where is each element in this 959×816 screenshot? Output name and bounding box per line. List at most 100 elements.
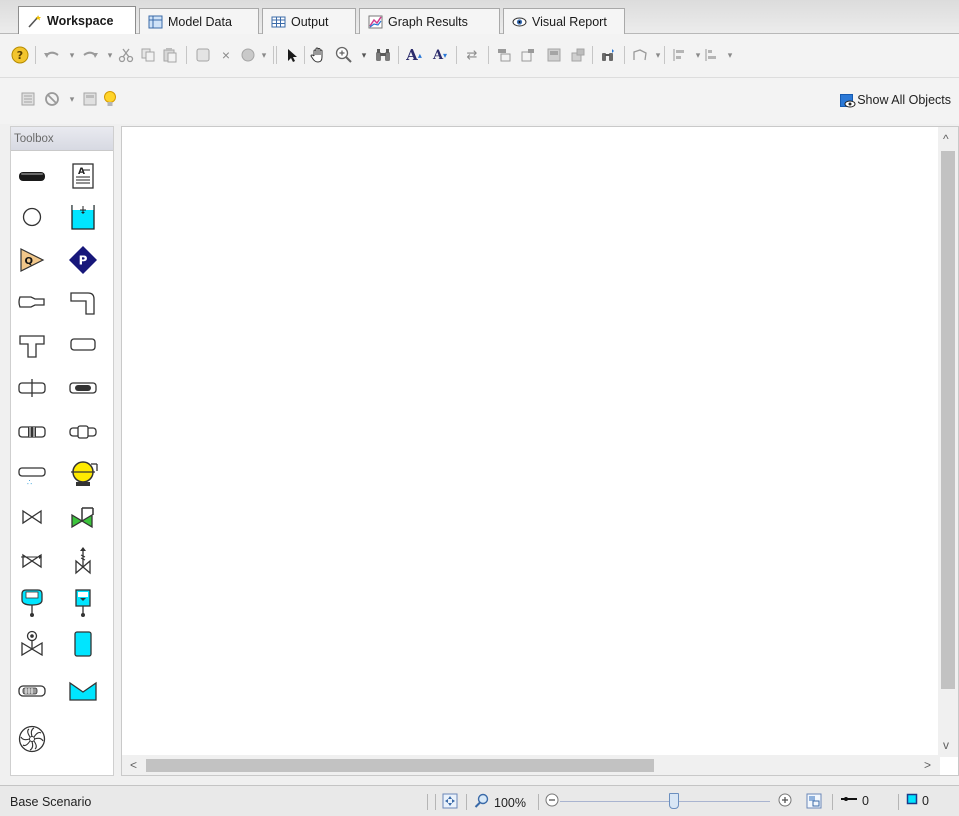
status-separator xyxy=(538,794,539,810)
swap-direction-icon[interactable]: ⇄ xyxy=(462,45,482,65)
tab-label: Model Data xyxy=(168,14,232,29)
status-separator xyxy=(427,794,428,810)
disable-object-icon[interactable] xyxy=(42,89,62,109)
assigned-pressure-icon[interactable]: P xyxy=(68,245,98,275)
notes-icon[interactable] xyxy=(80,89,100,109)
zoom-level[interactable]: 100% xyxy=(474,793,526,812)
zoom-slider-track[interactable] xyxy=(560,801,770,802)
vertical-scroll-thumb[interactable] xyxy=(941,151,955,689)
horizontal-scrollbar[interactable]: < > xyxy=(122,755,940,775)
tab-output[interactable]: Output xyxy=(262,8,356,34)
status-separator xyxy=(898,794,899,810)
volume-balance-icon[interactable] xyxy=(68,588,98,618)
heat-exchanger-icon[interactable] xyxy=(68,373,98,403)
reservoir-tool-icon[interactable] xyxy=(68,202,98,232)
visual-report-eye-icon xyxy=(512,15,527,29)
toolbar-separator xyxy=(592,46,593,64)
find-binoculars-icon[interactable] xyxy=(373,45,393,65)
lock-objects-icon[interactable] xyxy=(544,45,564,65)
tab-label: Output xyxy=(291,14,329,29)
undo-dropdown-icon[interactable]: ▾ xyxy=(62,45,82,65)
pipe-count: 0 xyxy=(840,793,869,808)
general-component-icon[interactable]: ∴ xyxy=(17,459,47,489)
relief-valve-icon[interactable] xyxy=(17,545,47,575)
distribute-objects-icon[interactable] xyxy=(702,45,722,65)
disable-dropdown-icon[interactable]: ▾ xyxy=(62,89,82,109)
copy-icon[interactable] xyxy=(138,45,158,65)
zoom-in-icon[interactable] xyxy=(334,45,354,65)
turbine-fan-icon[interactable] xyxy=(17,724,47,754)
junction-count-icon xyxy=(906,793,918,808)
zoom-dropdown-icon[interactable]: ▾ xyxy=(354,45,374,65)
toolbar-separator xyxy=(273,46,274,64)
tee-wye-icon[interactable] xyxy=(17,330,47,360)
fit-to-window-button[interactable] xyxy=(442,793,458,812)
screen-filter-icon[interactable] xyxy=(17,417,47,447)
pump-tool-icon[interactable] xyxy=(68,459,98,489)
check-valve-icon[interactable] xyxy=(68,417,98,447)
tab-visual-report[interactable]: Visual Report xyxy=(503,8,625,34)
toolbar-separator xyxy=(624,46,625,64)
overview-window-button[interactable] xyxy=(806,793,822,812)
valve-tool-icon[interactable] xyxy=(17,502,47,532)
assigned-flow-icon[interactable]: Q xyxy=(17,245,47,275)
toolbar-separator xyxy=(186,46,187,64)
pointer-arrow-icon[interactable] xyxy=(282,45,302,65)
heat-exchanger-bundle-icon[interactable] xyxy=(17,676,47,706)
color-dropdown-icon[interactable]: ▾ xyxy=(254,45,274,65)
horizontal-scroll-thumb[interactable] xyxy=(146,759,654,772)
control-valve-icon[interactable] xyxy=(68,502,98,532)
branch-junction-icon[interactable] xyxy=(17,202,47,232)
paste-icon[interactable] xyxy=(160,45,180,65)
tab-model-data[interactable]: Model Data xyxy=(139,8,259,34)
pressure-relief-valve-icon[interactable] xyxy=(68,545,98,575)
find-object-icon[interactable] xyxy=(598,45,618,65)
workspace-canvas[interactable]: ^ v < > xyxy=(121,126,959,776)
spray-discharge-icon[interactable] xyxy=(17,373,47,403)
tab-graph-results[interactable]: Graph Results xyxy=(359,8,500,34)
select-box-icon[interactable] xyxy=(193,45,213,65)
scroll-right-icon[interactable]: > xyxy=(924,759,931,771)
bring-to-front-icon[interactable] xyxy=(494,45,514,65)
status-separator xyxy=(832,794,833,810)
view-tab-bar: Workspace Model Data Output Graph Result… xyxy=(0,0,959,35)
pipe-count-value: 0 xyxy=(862,793,869,808)
main-toolbar: ? ▾ ▾ × ▾ ▾ A ▴ A ▾ ⇄ ▾ ▾ ▾ xyxy=(0,34,959,78)
scroll-down-icon[interactable]: v xyxy=(943,739,949,751)
draw-polygon-icon[interactable] xyxy=(630,45,650,65)
cut-icon[interactable] xyxy=(116,45,136,65)
scroll-left-icon[interactable]: < xyxy=(130,759,137,771)
zoom-out-button[interactable] xyxy=(545,793,559,810)
help-icon[interactable]: ? xyxy=(10,45,30,65)
polygon-dropdown-icon[interactable]: ▾ xyxy=(648,45,668,65)
align-objects-icon[interactable] xyxy=(670,45,690,65)
tank-tool-icon[interactable] xyxy=(68,629,98,659)
delete-icon[interactable]: × xyxy=(216,45,236,65)
annotation-tool-icon[interactable]: A xyxy=(68,161,98,191)
undo-icon[interactable] xyxy=(42,45,62,65)
pan-hand-icon[interactable] xyxy=(308,45,328,65)
bend-elbow-icon[interactable] xyxy=(68,287,98,317)
group-objects-icon[interactable] xyxy=(568,45,588,65)
area-change-icon[interactable] xyxy=(17,287,47,317)
send-to-back-icon[interactable] xyxy=(518,45,538,65)
vertical-scrollbar[interactable]: ^ v xyxy=(938,127,958,757)
increase-font-icon[interactable]: A ▴ xyxy=(404,45,424,65)
spray-tank-icon[interactable] xyxy=(17,588,47,618)
distribute-dropdown-icon[interactable]: ▾ xyxy=(720,45,740,65)
pipe-tool-icon[interactable] xyxy=(17,161,47,191)
scroll-up-icon[interactable]: ^ xyxy=(943,133,949,145)
redo-icon[interactable] xyxy=(80,45,100,65)
tab-workspace[interactable]: Workspace xyxy=(18,6,136,35)
lightbulb-icon[interactable] xyxy=(100,89,120,109)
zoom-slider-thumb[interactable] xyxy=(669,793,679,809)
tab-label: Visual Report xyxy=(532,14,607,29)
show-all-objects-button[interactable]: Show All Objects xyxy=(840,93,951,107)
pipe-count-icon xyxy=(840,793,858,808)
open-channel-icon[interactable] xyxy=(68,676,98,706)
breaker-valve-icon[interactable] xyxy=(17,629,47,659)
zoom-in-button[interactable] xyxy=(778,793,792,810)
properties-table-icon[interactable] xyxy=(18,89,38,109)
decrease-font-icon[interactable]: A ▾ xyxy=(430,45,450,65)
dead-end-icon[interactable] xyxy=(68,330,98,360)
